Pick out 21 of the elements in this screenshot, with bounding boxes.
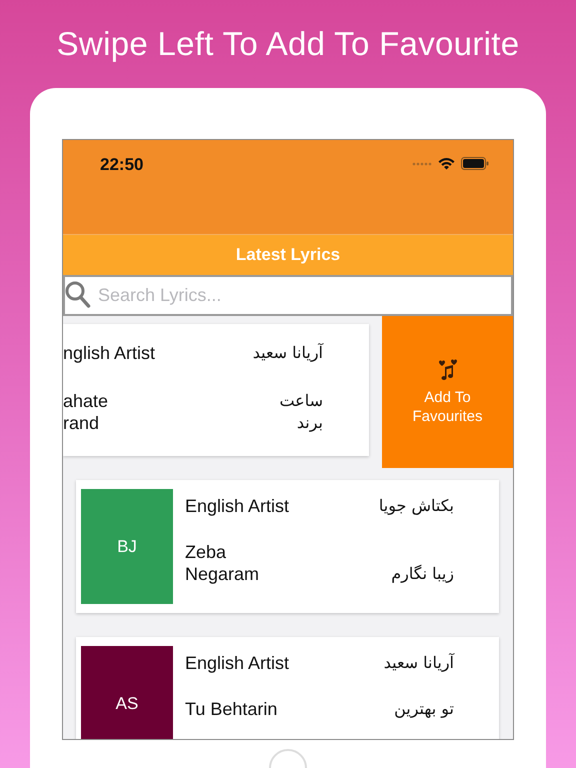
song-title: ساعت برند [279,390,323,434]
search-field[interactable]: Search Lyrics... [63,275,513,316]
song-title: ahate rand [63,390,110,434]
headline: Swipe Left To Add To Favourite [56,25,520,63]
artist-name: آریانا سعید [384,652,454,674]
artist-name: آریانا سعید [252,342,323,364]
song-title: Tu Behtarin [185,698,278,720]
artist-name: nglish Artist [63,342,156,364]
artist-name: English Artist [185,495,290,517]
song-title: تو بهترین [394,698,454,720]
initials: BJ [117,536,137,556]
artist-name: بکتاش جویا [378,495,454,517]
signal-icon [412,162,432,166]
wifi-icon [438,157,455,170]
status-time: 22:50 [100,155,144,175]
nav-title: Latest Lyrics [236,245,340,265]
song-title: Zeba Negaram [185,541,260,585]
battery-icon [461,157,489,170]
artist-name: English Artist [185,652,290,674]
initials: AS [116,694,138,714]
song-title: زیبا نگارم [391,563,454,585]
